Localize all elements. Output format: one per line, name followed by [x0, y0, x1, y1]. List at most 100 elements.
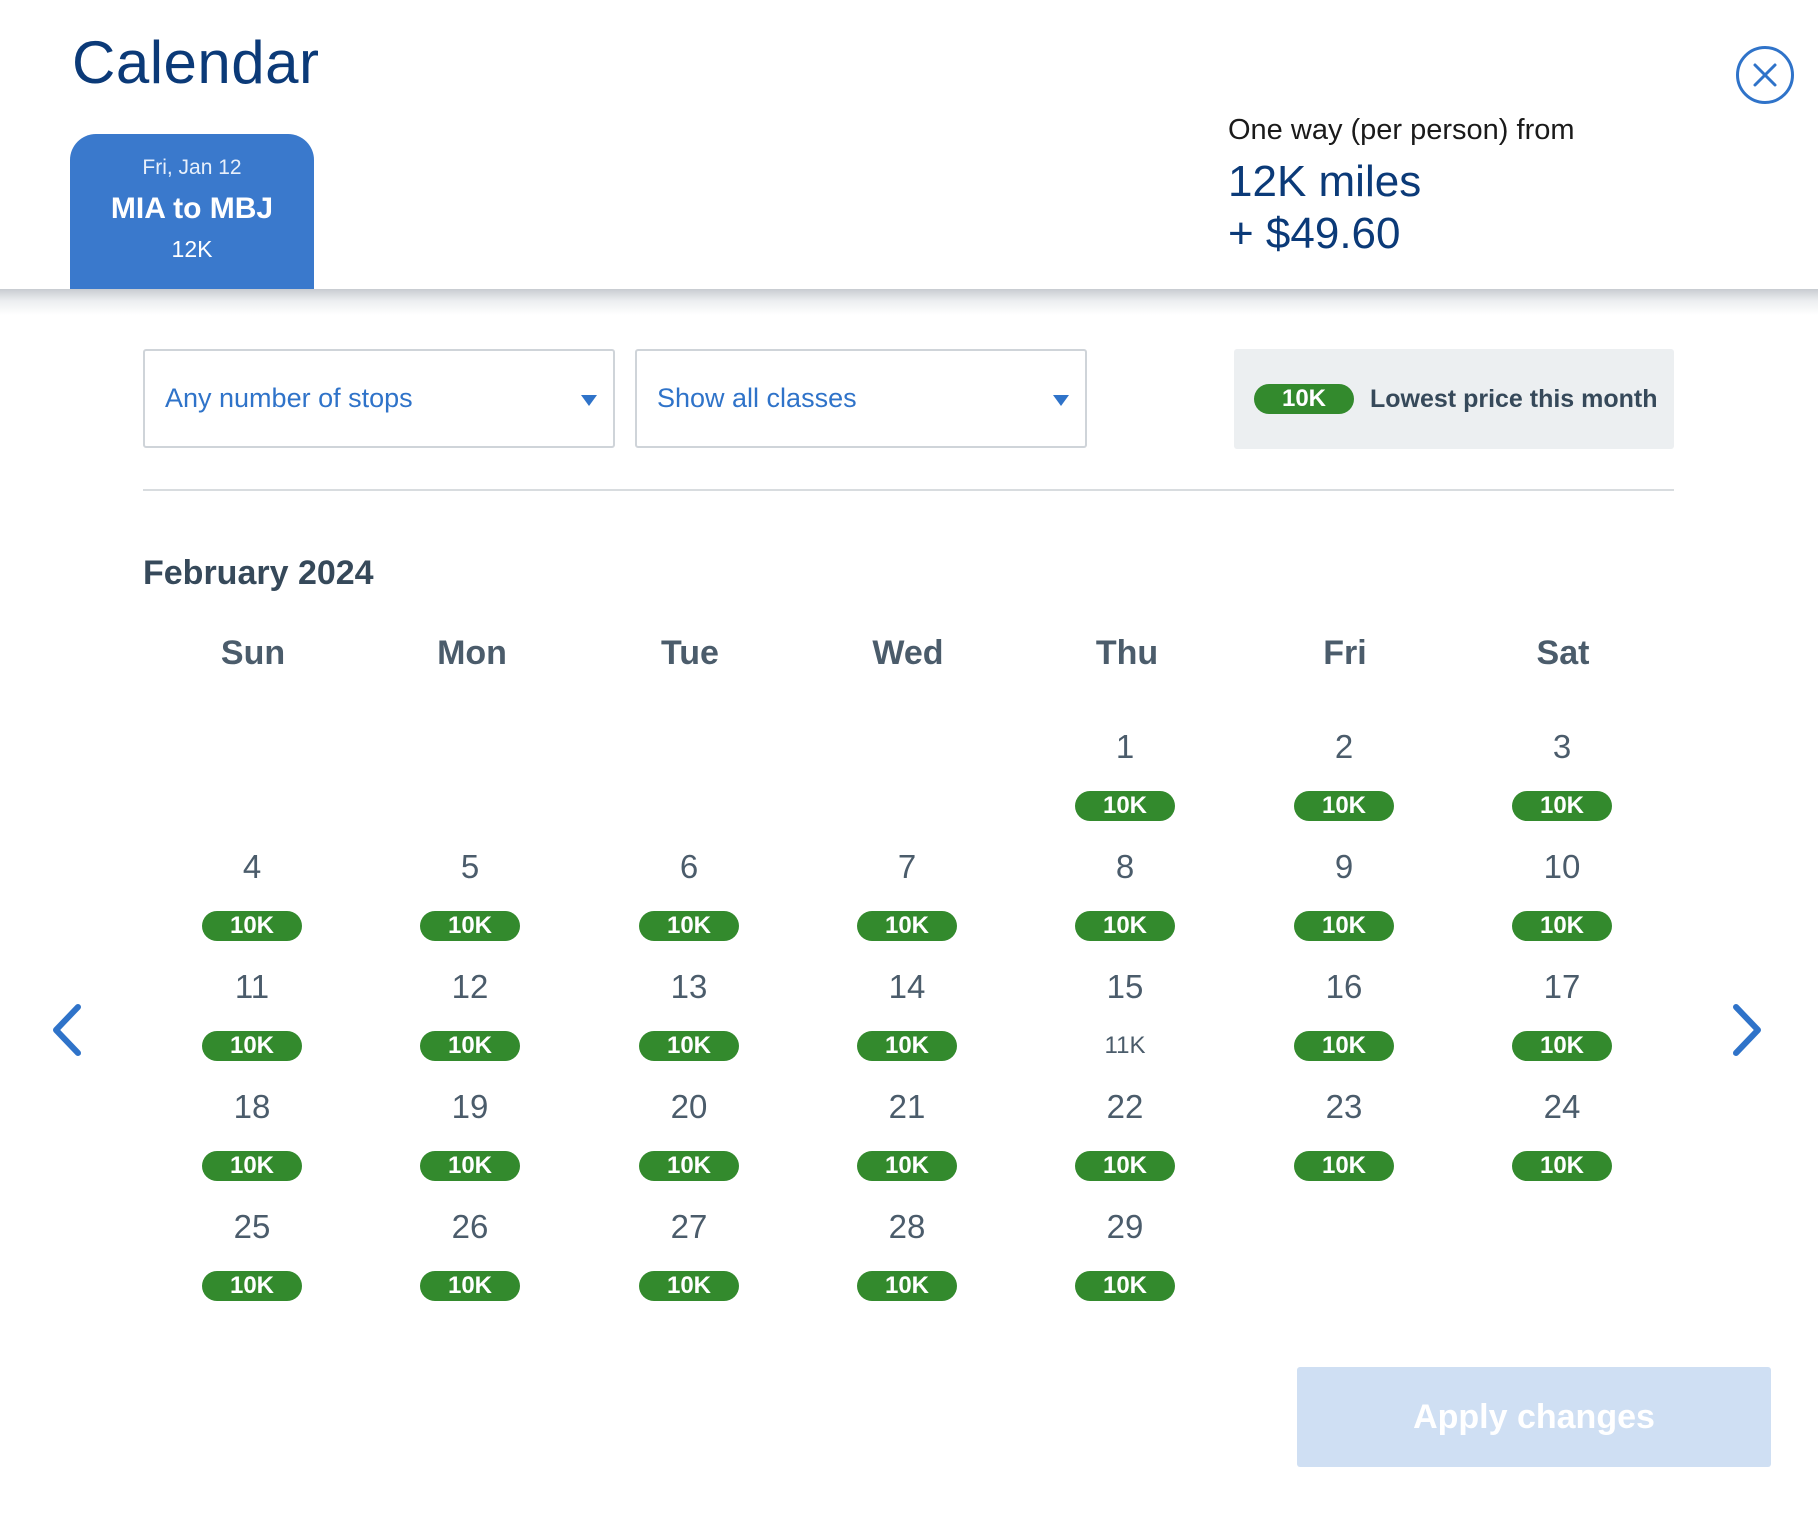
day-number: 19	[451, 1088, 489, 1125]
weekday-sun: Sun	[220, 634, 286, 672]
lowest-price-badge: 10K	[1512, 791, 1612, 821]
day-price: 11K	[1104, 1032, 1146, 1059]
calendar-day[interactable]: 21 10K	[827, 1088, 987, 1188]
calendar-day[interactable]: 20 10K	[609, 1088, 769, 1188]
day-number: 28	[888, 1208, 926, 1245]
calendar-day[interactable]: 27 10K	[609, 1208, 769, 1308]
fare-summary: One way (per person) from 12K miles + $4…	[1228, 114, 1575, 259]
calendar-day[interactable]: 13 10K	[609, 968, 769, 1068]
close-button[interactable]	[1736, 46, 1794, 104]
calendar-modal: Calendar Fri, Jan 12 MIA to MBJ 12K One …	[0, 0, 1818, 1522]
day-number: 15	[1106, 968, 1144, 1005]
day-number: 3	[1552, 728, 1572, 765]
day-number: 25	[233, 1208, 271, 1245]
apply-changes-button[interactable]: Apply changes	[1297, 1367, 1771, 1467]
page-title: Calendar	[72, 29, 320, 96]
day-number: 9	[1334, 848, 1354, 885]
lowest-price-badge: 10K	[1075, 791, 1175, 821]
price-legend: 10K Lowest price this month	[1234, 349, 1674, 449]
lowest-price-badge: 10K	[857, 1271, 957, 1301]
lowest-price-badge: 10K	[639, 1151, 739, 1181]
lowest-price-badge: 10K	[202, 1031, 302, 1061]
lowest-price-badge: 10K	[202, 1271, 302, 1301]
calendar-day[interactable]: 24 10K	[1482, 1088, 1642, 1188]
calendar-day[interactable]: 2 10K	[1264, 728, 1424, 828]
lowest-price-badge: 10K	[639, 1271, 739, 1301]
calendar-day[interactable]: 23 10K	[1264, 1088, 1424, 1188]
day-number: 7	[897, 848, 917, 885]
calendar-day[interactable]: 4 10K	[172, 848, 332, 948]
close-icon	[1753, 63, 1777, 87]
lowest-price-badge: 10K	[1512, 1151, 1612, 1181]
calendar-day[interactable]: 10 10K	[1482, 848, 1642, 948]
lowest-price-badge: 10K	[1075, 911, 1175, 941]
weekday-thu: Thu	[1095, 634, 1159, 672]
modal-header: Calendar Fri, Jan 12 MIA to MBJ 12K One …	[0, 0, 1818, 289]
lowest-price-badge: 10K	[202, 1151, 302, 1181]
day-number: 1	[1115, 728, 1135, 765]
calendar-day[interactable]: 12 10K	[390, 968, 550, 1068]
lowest-price-badge: 10K	[420, 911, 520, 941]
lowest-price-badge: 10K	[1512, 1031, 1612, 1061]
day-number: 22	[1106, 1088, 1144, 1125]
day-number: 26	[451, 1208, 489, 1245]
calendar-day[interactable]: 29 10K	[1045, 1208, 1205, 1308]
fare-miles: 12K miles	[1228, 157, 1422, 206]
legend-badge: 10K	[1254, 384, 1354, 414]
calendar-day[interactable]: 16 10K	[1264, 968, 1424, 1068]
calendar-day[interactable]: 9 10K	[1264, 848, 1424, 948]
calendar-day[interactable]: 28 10K	[827, 1208, 987, 1308]
day-number: 29	[1106, 1208, 1144, 1245]
weekday-tue: Tue	[661, 634, 719, 672]
legend-text: Lowest price this month	[1370, 384, 1658, 413]
calendar-day[interactable]: 18 10K	[172, 1088, 332, 1188]
calendar-day[interactable]: 22 10K	[1045, 1088, 1205, 1188]
classes-dropdown[interactable]: Show all classes	[635, 349, 1087, 448]
calendar-day[interactable]: 3 10K	[1482, 728, 1642, 828]
calendar-day[interactable]: 26 10K	[390, 1208, 550, 1308]
lowest-price-badge: 10K	[420, 1151, 520, 1181]
calendar-day[interactable]: 14 10K	[827, 968, 987, 1068]
calendar-day[interactable]: 5 10K	[390, 848, 550, 948]
weekday-wed: Wed	[872, 634, 944, 672]
day-number: 11	[234, 968, 270, 1005]
day-number: 5	[460, 848, 480, 885]
day-number: 4	[242, 848, 262, 885]
chevron-right-icon	[1733, 1004, 1761, 1056]
caret-down-icon	[581, 395, 597, 406]
next-month-button[interactable]	[1722, 995, 1772, 1065]
calendar-day[interactable]: 15 11K	[1045, 968, 1205, 1068]
calendar-day[interactable]: 8 10K	[1045, 848, 1205, 948]
calendar-day[interactable]: 11 10K	[172, 968, 332, 1068]
lowest-price-badge: 10K	[1294, 1151, 1394, 1181]
lowest-price-badge: 10K	[1294, 1031, 1394, 1061]
lowest-price-badge: 10K	[420, 1271, 520, 1301]
prev-month-button[interactable]	[42, 995, 92, 1065]
calendar-day[interactable]: 17 10K	[1482, 968, 1642, 1068]
day-number: 12	[451, 968, 489, 1005]
lowest-price-badge: 10K	[639, 911, 739, 941]
stops-dropdown[interactable]: Any number of stops	[143, 349, 615, 448]
day-number: 27	[670, 1208, 708, 1245]
day-number: 13	[670, 968, 708, 1005]
fare-cash: + $49.60	[1228, 209, 1401, 258]
lowest-price-badge: 10K	[857, 1031, 957, 1061]
day-number: 21	[888, 1088, 926, 1125]
lowest-price-badge: 10K	[1294, 911, 1394, 941]
calendar-day[interactable]: 19 10K	[390, 1088, 550, 1188]
month-title: February 2024	[143, 554, 374, 592]
weekday-fri: Fri	[1323, 634, 1367, 672]
day-number: 6	[679, 848, 699, 885]
calendar-day[interactable]: 6 10K	[609, 848, 769, 948]
flight-tab-price: 12K	[171, 236, 213, 262]
lowest-price-badge: 10K	[202, 911, 302, 941]
calendar-day[interactable]: 25 10K	[172, 1208, 332, 1308]
flight-tab-selected[interactable]: Fri, Jan 12 MIA to MBJ 12K	[70, 134, 314, 289]
weekday-sat: Sat	[1536, 634, 1590, 672]
chevron-left-icon	[53, 1004, 81, 1056]
lowest-price-badge: 10K	[857, 911, 957, 941]
calendar-day[interactable]: 1 10K	[1045, 728, 1205, 828]
lowest-price-badge: 10K	[639, 1031, 739, 1061]
stops-dropdown-value: Any number of stops	[165, 383, 413, 413]
calendar-day[interactable]: 7 10K	[827, 848, 987, 948]
